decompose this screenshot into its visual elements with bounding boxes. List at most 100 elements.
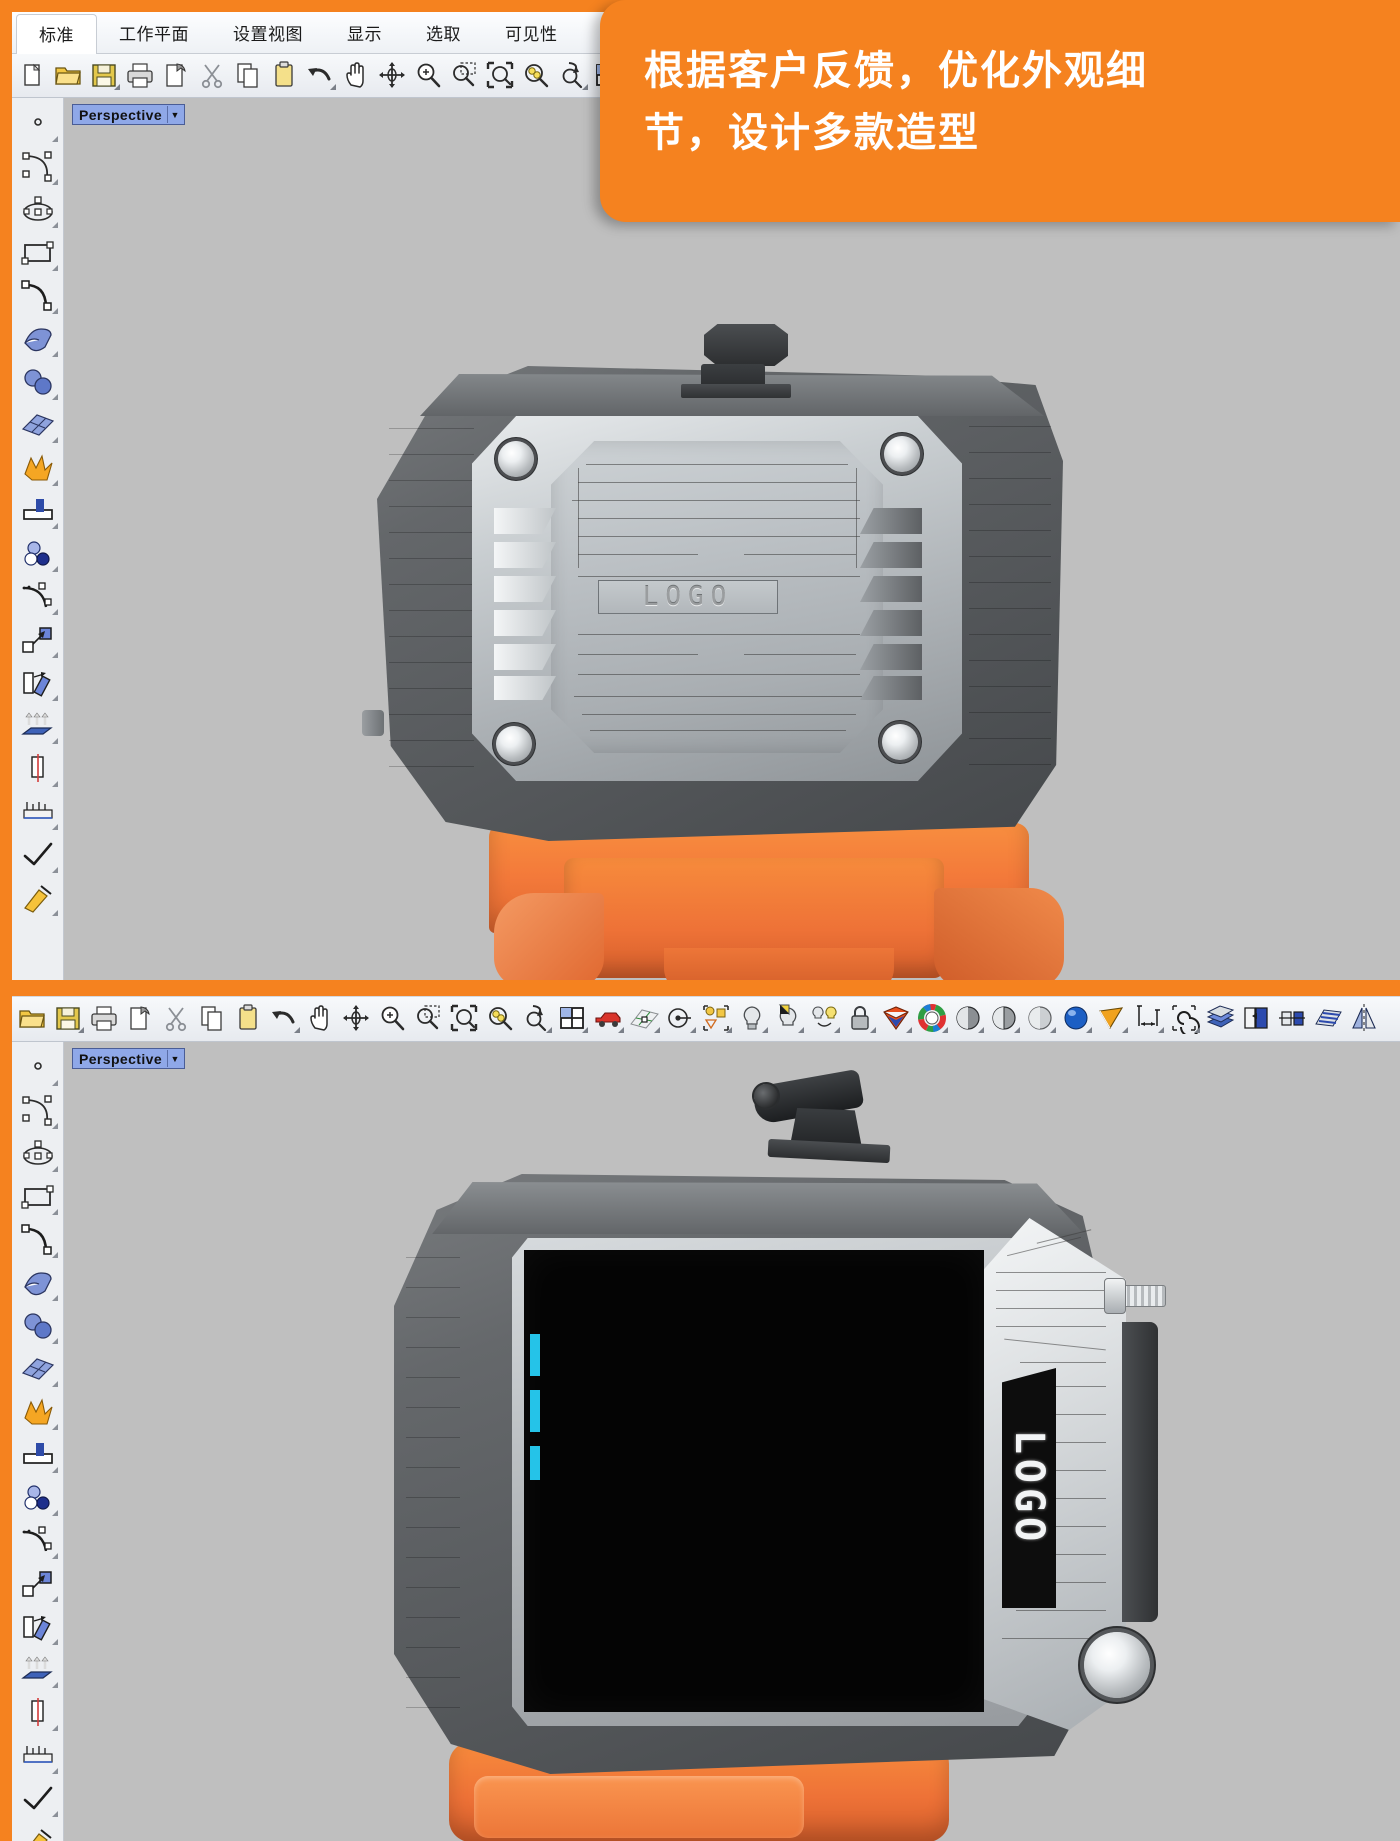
menu-select[interactable]: 选取 [404,14,483,54]
lock-icon[interactable] [844,1002,878,1036]
display-screen[interactable] [524,1250,984,1712]
zoom-in-icon[interactable] [412,59,446,93]
menu-standard[interactable]: 标准 [16,14,97,55]
open-folder-icon[interactable] [16,1002,50,1036]
sphere-boolean-icon[interactable] [17,362,59,402]
render-sphere-icon[interactable] [988,1002,1022,1036]
explode-icon[interactable] [17,448,59,488]
dimension-icon[interactable] [1132,1002,1166,1036]
mirror-icon[interactable] [1348,1002,1382,1036]
surface-icon[interactable] [17,1263,59,1303]
menu-display[interactable]: 显示 [325,14,404,54]
surface-icon[interactable] [17,319,59,359]
light-toggle-icon[interactable] [808,1002,842,1036]
boolean-circles-icon[interactable] [17,534,59,574]
checkmark-icon[interactable] [17,835,59,875]
point-icon[interactable] [17,1048,59,1088]
scale-arrow-icon[interactable] [17,1564,59,1604]
viewport-top[interactable]: Perspective ▼ LOGO [64,98,1400,980]
blue-sphere-icon[interactable] [1060,1002,1094,1036]
ghost-sphere-icon[interactable] [1024,1002,1058,1036]
pan-hand-icon[interactable] [340,59,374,93]
control-dial[interactable] [1084,1632,1150,1698]
boolean-circles-icon[interactable] [17,1478,59,1518]
ground-plane-icon[interactable] [628,1002,662,1036]
save-disk-icon[interactable] [88,59,122,93]
light-bulb-icon[interactable] [736,1002,770,1036]
viewport-label-bottom[interactable]: Perspective ▼ [72,1048,186,1069]
curve-icon[interactable] [17,1091,59,1131]
copy-icon[interactable] [196,1002,230,1036]
export-icon[interactable] [160,59,194,93]
extrude-icon[interactable] [17,1607,59,1647]
dimension-icon[interactable] [17,792,59,832]
dimension-icon[interactable] [17,1736,59,1776]
cone-select-icon[interactable] [1096,1002,1130,1036]
new-file-icon[interactable] [16,59,50,93]
export-icon[interactable] [124,1002,158,1036]
checkmark-icon[interactable] [17,1779,59,1819]
menu-workplane[interactable]: 工作平面 [97,14,211,54]
viewport-bottom[interactable]: Perspective ▼ LOGO [64,1042,1400,1841]
orbit-target-icon[interactable] [664,1002,698,1036]
zoom-window-icon[interactable] [484,1002,518,1036]
extrude-icon[interactable] [17,663,59,703]
paste-clipboard-icon[interactable] [232,1002,266,1036]
car-render-icon[interactable] [592,1002,626,1036]
ellipse-icon[interactable] [17,190,59,230]
spiral-icon[interactable] [1168,1002,1202,1036]
polyline-icon[interactable] [17,276,59,316]
shade-sphere-icon[interactable] [952,1002,986,1036]
rotate-view-icon[interactable] [376,59,410,93]
zoom-extents-icon[interactable] [448,1002,482,1036]
undo-arrow-icon[interactable] [304,59,338,93]
undo-arrow-icon[interactable] [268,1002,302,1036]
rotate-view-icon[interactable] [340,1002,374,1036]
mesh-surface-icon[interactable] [17,405,59,445]
chevron-down-icon[interactable]: ▼ [167,106,183,123]
color-wheel-icon[interactable] [916,1002,950,1036]
layers-icon[interactable] [1204,1002,1238,1036]
tool-sidebar-bottom[interactable] [12,1042,64,1841]
cut-scissors-icon[interactable] [160,1002,194,1036]
array-icon[interactable] [17,706,59,746]
light-shadow-icon[interactable] [772,1002,806,1036]
pan-hand-icon[interactable] [304,1002,338,1036]
trim-icon[interactable] [17,1435,59,1475]
toolbar-bottom[interactable] [12,996,1400,1042]
open-folder-icon[interactable] [52,59,86,93]
material-icon[interactable] [880,1002,914,1036]
menu-visibility[interactable]: 可见性 [483,14,580,54]
explode-icon[interactable] [17,1392,59,1432]
zoom-window-icon[interactable] [520,59,554,93]
paint-icon[interactable] [17,1822,59,1841]
trim-icon[interactable] [17,491,59,531]
fillet-icon[interactable] [17,577,59,617]
book-open-icon[interactable] [1240,1002,1274,1036]
paint-icon[interactable] [17,878,59,918]
zoom-extents-icon[interactable] [484,59,518,93]
zoom-in-icon[interactable] [376,1002,410,1036]
chevron-down-icon[interactable]: ▼ [167,1050,183,1067]
scale-arrow-icon[interactable] [17,620,59,660]
analyze-icon[interactable] [17,749,59,789]
analyze-icon[interactable] [17,1693,59,1733]
sphere-boolean-icon[interactable] [17,1306,59,1346]
copy-icon[interactable] [232,59,266,93]
flip-icon[interactable] [1276,1002,1310,1036]
rectangle-icon[interactable] [17,233,59,273]
rotate-back-icon[interactable] [556,59,590,93]
rectangle-icon[interactable] [17,1177,59,1217]
point-icon[interactable] [17,104,59,144]
print-icon[interactable] [88,1002,122,1036]
zoom-selection-icon[interactable] [448,59,482,93]
array-icon[interactable] [17,1650,59,1690]
viewport-grid-icon[interactable] [556,1002,590,1036]
fillet-icon[interactable] [17,1521,59,1561]
cut-scissors-icon[interactable] [196,59,230,93]
zoom-selection-icon[interactable] [412,1002,446,1036]
mesh-surface-icon[interactable] [17,1349,59,1389]
object-snap-icon[interactable] [700,1002,734,1036]
print-icon[interactable] [124,59,158,93]
ellipse-icon[interactable] [17,1134,59,1174]
